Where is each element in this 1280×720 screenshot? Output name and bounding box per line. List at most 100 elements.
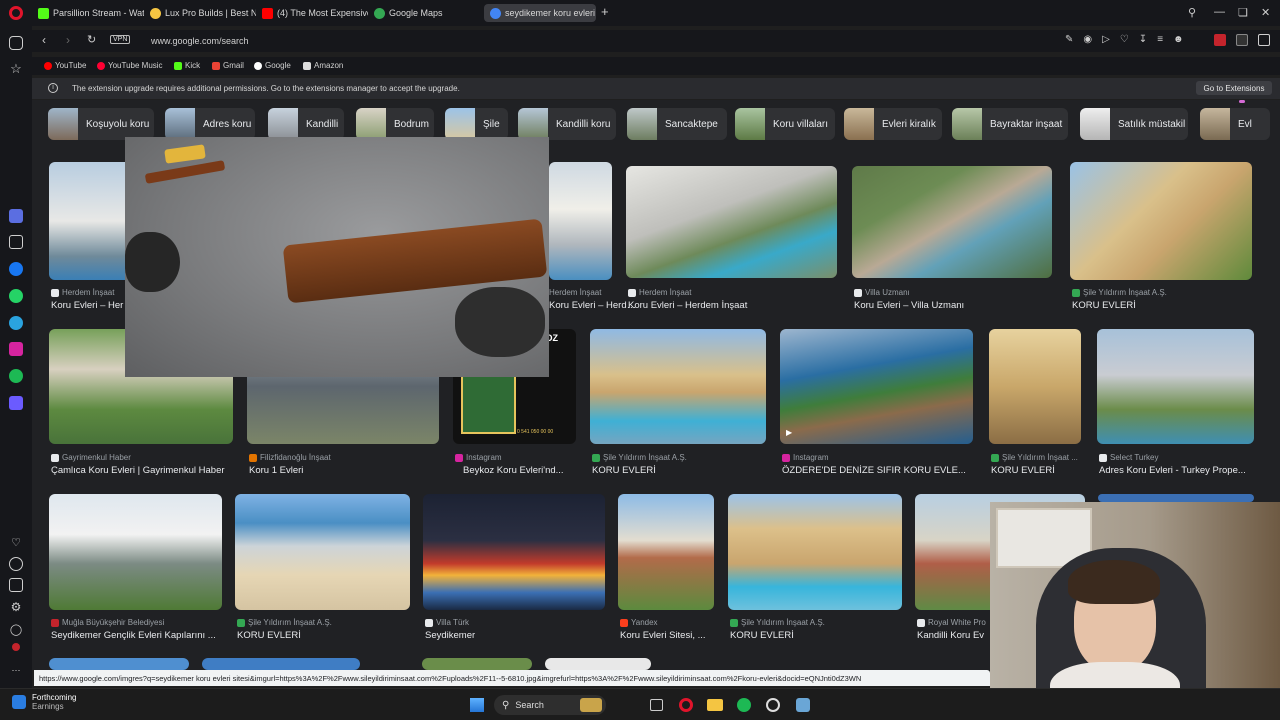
more-dots-icon[interactable]: ⋯ bbox=[9, 663, 23, 677]
result-title[interactable]: Koru Evleri Sitesi, ... bbox=[620, 630, 715, 641]
search-tabs-icon[interactable]: ⚲ bbox=[1188, 6, 1196, 19]
vpn-badge[interactable]: VPN bbox=[110, 35, 131, 44]
url-field[interactable]: www.google.com/search bbox=[151, 36, 249, 46]
result-title[interactable]: Koru 1 Evleri bbox=[249, 465, 439, 476]
history-icon[interactable] bbox=[9, 557, 23, 571]
result-image[interactable] bbox=[422, 658, 532, 670]
lightbulb-icon[interactable]: ◯ bbox=[9, 622, 23, 636]
heart-icon[interactable]: ♡ bbox=[1120, 34, 1129, 45]
home-icon[interactable] bbox=[9, 36, 23, 50]
extension-icon[interactable] bbox=[1236, 34, 1248, 46]
opera-taskbar-icon[interactable] bbox=[679, 698, 693, 712]
extensions-cube-icon[interactable] bbox=[1258, 34, 1270, 46]
chip-kandilli[interactable]: Kandilli bbox=[268, 108, 344, 140]
chip-bayraktar-insaat[interactable]: Bayraktar inşaat bbox=[952, 108, 1068, 140]
chip-koru-villalari[interactable]: Koru villaları bbox=[735, 108, 835, 140]
result-title[interactable]: KORU EVLERİ bbox=[991, 465, 1083, 476]
edit-icon[interactable]: ✎ bbox=[1065, 34, 1073, 45]
reload-icon[interactable]: ↻ bbox=[87, 33, 96, 46]
chip-evleri-kiralik[interactable]: Evleri kiralık bbox=[844, 108, 942, 140]
result-image[interactable] bbox=[626, 166, 837, 278]
result-image[interactable] bbox=[549, 162, 612, 280]
tab-kick-stream[interactable]: Parsillion Stream - Watch bbox=[38, 4, 144, 22]
download-icon[interactable]: ↧ bbox=[1139, 34, 1147, 45]
messenger-icon[interactable] bbox=[9, 262, 23, 276]
new-tab-icon[interactable]: + bbox=[601, 4, 609, 19]
chip-evleri[interactable]: Evl bbox=[1200, 108, 1270, 140]
tab-lux-pro-builds[interactable]: Lux Pro Builds | Best New bbox=[150, 4, 256, 22]
task-view-icon[interactable] bbox=[650, 699, 663, 711]
bookmark-google[interactable]: Google bbox=[254, 61, 291, 70]
result-title[interactable]: KORU EVLERİ bbox=[592, 465, 767, 476]
result-title[interactable]: Adres Koru Evleri - Turkey Prope... bbox=[1099, 465, 1254, 476]
settings-gear-icon[interactable]: ⚙ bbox=[9, 600, 23, 614]
steam-taskbar-icon[interactable] bbox=[796, 698, 810, 712]
result-title[interactable]: Kandilli Koru Ev bbox=[917, 630, 992, 641]
chip-kandilli-koru[interactable]: Kandilli koru bbox=[518, 108, 616, 140]
chip-bodrum[interactable]: Bodrum bbox=[356, 108, 434, 140]
chip-adres-koru[interactable]: Adres koru bbox=[165, 108, 255, 140]
result-title[interactable]: Çamlıca Koru Evleri | Gayrimenkul Haber bbox=[51, 465, 231, 476]
aria-ai-icon[interactable] bbox=[9, 209, 23, 223]
result-title[interactable]: KORU EVLERİ bbox=[237, 630, 412, 641]
result-image[interactable] bbox=[989, 329, 1081, 444]
whatsapp-icon[interactable] bbox=[9, 289, 23, 303]
result-title[interactable]: ÖZDERE'DE DENİZE SIFIR KORU EVLE... bbox=[782, 465, 972, 476]
opera-logo-icon[interactable] bbox=[9, 6, 23, 20]
chip-kosuyolu-koru[interactable]: Koşuyolu koru bbox=[48, 108, 154, 140]
forward-icon[interactable]: › bbox=[66, 33, 70, 47]
extension-icon[interactable] bbox=[1214, 34, 1226, 46]
minimize-icon[interactable]: — bbox=[1214, 6, 1225, 18]
result-title[interactable]: Koru Evleri – Villa Uzmanı bbox=[854, 300, 1044, 311]
profile-icon[interactable]: ☻ bbox=[1173, 34, 1184, 45]
play-icon[interactable]: ▷ bbox=[1102, 34, 1110, 45]
chip-sile[interactable]: Şile bbox=[445, 108, 508, 140]
cube-icon[interactable] bbox=[9, 578, 23, 592]
result-image[interactable] bbox=[1098, 494, 1254, 502]
result-image[interactable] bbox=[590, 329, 766, 444]
back-icon[interactable]: ‹ bbox=[42, 33, 46, 47]
shopping-icon[interactable] bbox=[9, 235, 23, 249]
result-image[interactable] bbox=[1097, 329, 1254, 444]
tab-youtube-video[interactable]: (4) The Most Expensive G bbox=[262, 4, 368, 22]
instagram-icon[interactable] bbox=[9, 342, 23, 356]
chip-satilik-mustakil[interactable]: Satılık müstakil bbox=[1080, 108, 1188, 140]
result-image[interactable] bbox=[545, 658, 651, 670]
result-image[interactable] bbox=[235, 494, 410, 610]
result-title[interactable]: Koru Evleri – Herdem... bbox=[549, 300, 639, 311]
result-image[interactable] bbox=[618, 494, 714, 610]
camera-icon[interactable]: ◉ bbox=[1083, 34, 1092, 45]
bookmark-youtube-music[interactable]: YouTube Music bbox=[97, 61, 163, 70]
result-image[interactable] bbox=[202, 658, 360, 670]
player-icon[interactable] bbox=[9, 396, 23, 410]
tab-google-search-active[interactable]: seydikemer koru evleri site bbox=[484, 4, 596, 22]
result-title[interactable]: KORU EVLERİ bbox=[1072, 300, 1252, 311]
result-title[interactable]: Koru Evleri – Herdem İnşaat bbox=[628, 300, 828, 311]
pinboard-icon[interactable]: ☆ bbox=[9, 61, 23, 76]
result-image[interactable] bbox=[49, 658, 189, 670]
result-title[interactable]: Beykoz Koru Evleri'nd... bbox=[463, 465, 578, 476]
maximize-icon[interactable]: ❏ bbox=[1238, 6, 1248, 19]
spotify-taskbar-icon[interactable] bbox=[737, 698, 751, 712]
result-title[interactable]: Seydikemer Gençlik Evleri Kapılarını ... bbox=[51, 630, 231, 641]
result-image[interactable] bbox=[1070, 162, 1252, 280]
result-title[interactable]: KORU EVLERİ bbox=[730, 630, 902, 641]
steam-like-icon[interactable] bbox=[766, 698, 780, 712]
close-icon[interactable]: ✕ bbox=[1261, 6, 1270, 19]
bookmark-amazon[interactable]: Amazon bbox=[303, 61, 343, 70]
spotify-icon[interactable] bbox=[9, 369, 23, 383]
result-image[interactable] bbox=[728, 494, 902, 610]
bookmark-youtube[interactable]: YouTube bbox=[44, 61, 86, 70]
result-image[interactable] bbox=[49, 494, 222, 610]
taskbar-search[interactable]: ⚲ Search bbox=[494, 695, 606, 715]
result-image[interactable] bbox=[852, 166, 1052, 278]
result-image[interactable] bbox=[423, 494, 605, 610]
tab-google-maps[interactable]: Google Maps bbox=[374, 4, 474, 22]
heart-icon[interactable]: ♡ bbox=[9, 535, 23, 549]
menu-icon[interactable]: ≡ bbox=[1157, 34, 1163, 45]
file-explorer-icon[interactable] bbox=[707, 699, 723, 711]
bookmark-gmail[interactable]: Gmail bbox=[212, 61, 244, 70]
result-image[interactable]: ▶ bbox=[780, 329, 973, 444]
go-to-extensions-button[interactable]: Go to Extensions bbox=[1196, 81, 1272, 95]
bookmark-kick[interactable]: Kick bbox=[174, 61, 200, 70]
